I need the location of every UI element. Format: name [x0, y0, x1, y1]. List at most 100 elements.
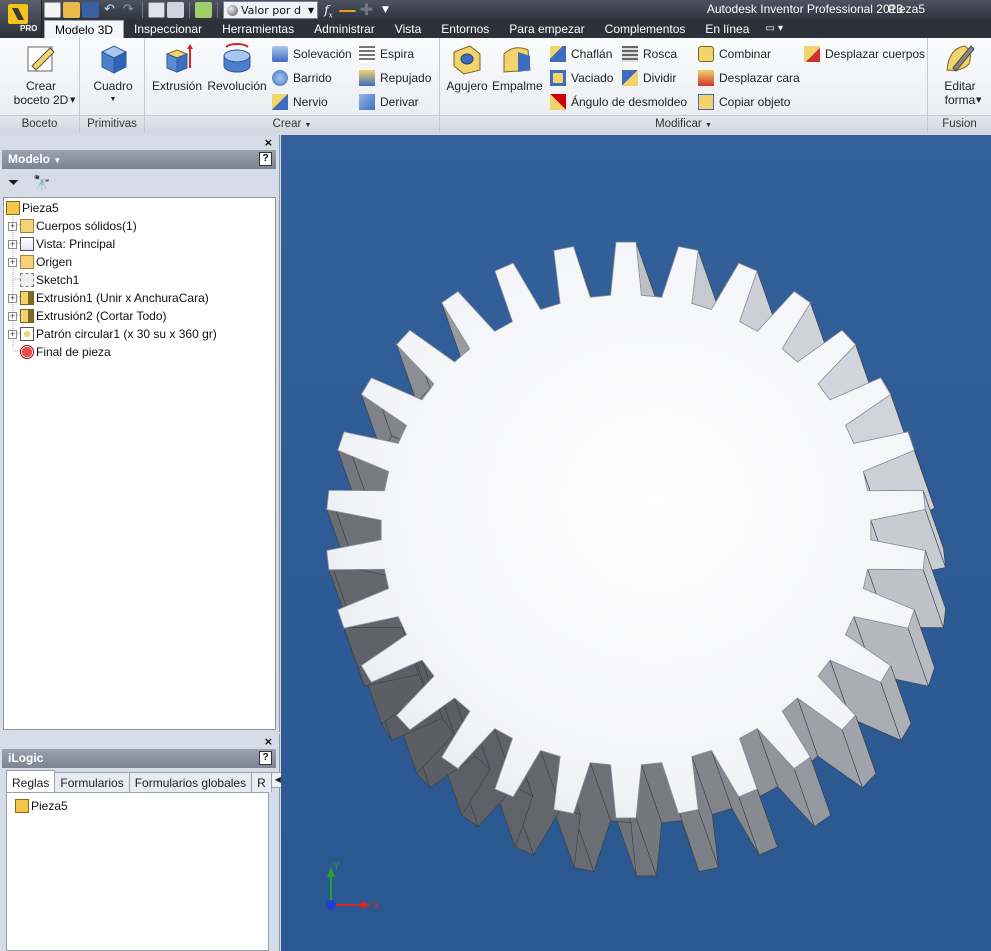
redo-icon[interactable]: ↷ — [120, 2, 137, 18]
tree-item[interactable]: + Origen — [8, 253, 72, 271]
chevron-down-icon: ▼ — [704, 122, 712, 129]
tab-entornos[interactable]: Entornos — [431, 20, 499, 38]
model-panel-header[interactable]: Modelo ▼ ? — [2, 150, 276, 169]
gear-model[interactable] — [281, 135, 991, 951]
create-sketch-button[interactable]: Crear boceto 2D — [8, 42, 74, 107]
emboss-button[interactable]: Repujado — [359, 68, 431, 88]
tab-administrar[interactable]: Administrar — [304, 20, 385, 38]
ilogic-panel-header: iLogic ? — [2, 749, 276, 768]
tree-item[interactable]: + Patrón circular1 (x 30 su x 360 gr) — [8, 325, 217, 343]
find-binoculars-icon[interactable]: 🔭 — [33, 175, 50, 191]
fillet-button[interactable]: Empalme — [492, 42, 543, 93]
create-sketch-label-1: Crear — [25, 79, 56, 93]
tab-r-truncated[interactable]: R — [251, 772, 272, 792]
ribbon-options-dropdown[interactable]: ▭ ▾ — [759, 20, 789, 38]
shell-label: Vaciado — [571, 71, 614, 85]
extrude-icon — [165, 44, 193, 73]
box-button[interactable]: Cuadro ▼ — [90, 42, 136, 107]
draft-button[interactable]: Ángulo de desmoldeo — [550, 92, 687, 112]
ilogic-panel: × iLogic ? Reglas Formularios Formulario… — [0, 734, 300, 951]
tab-complementos[interactable]: Complementos — [595, 20, 696, 38]
expand-icon[interactable]: + — [8, 221, 17, 231]
print-icon[interactable] — [148, 2, 165, 18]
rib-button[interactable]: Nervio — [272, 92, 328, 112]
edit-form-icon — [946, 45, 975, 72]
tree-item[interactable]: Final de pieza — [8, 343, 111, 361]
save-icon[interactable] — [82, 2, 99, 18]
ribbon-panel: Crear boceto 2D ▼ Boceto Cuadro ▼ Primit… — [0, 38, 991, 133]
move-face-icon — [698, 70, 714, 86]
tree-item[interactable]: + Vista: Principal — [8, 235, 115, 253]
application-menu-button[interactable]: PRO — [0, 0, 42, 38]
help-icon[interactable]: ? — [259, 152, 272, 166]
tree-item[interactable]: + Extrusión1 (Unir x AnchuraCara) — [8, 289, 209, 307]
folder-icon — [20, 255, 34, 269]
tree-item[interactable]: + Extrusión2 (Cortar Todo) — [8, 307, 167, 325]
filter-icon[interactable]: ⏷ — [8, 175, 19, 191]
tree-item[interactable]: Pieza5 — [6, 199, 59, 217]
tab-en-linea[interactable]: En línea — [695, 20, 759, 38]
graphics-viewport[interactable]: Y X — [281, 135, 991, 951]
move-face-button[interactable]: Desplazar cara — [698, 68, 800, 88]
box-label: Cuadro — [93, 79, 133, 93]
tree-item[interactable]: Sketch1 — [8, 271, 79, 289]
group-modificar: Agujero Empalme Chaflán Vaciado Ángulo d… — [440, 38, 928, 133]
copy-object-button[interactable]: Copiar objeto — [698, 92, 790, 112]
expand-icon[interactable]: + — [8, 257, 17, 267]
undo-icon[interactable]: ↶ — [101, 2, 118, 18]
tab-formularios-globales[interactable]: Formularios globales — [128, 772, 253, 792]
extrude-button[interactable]: Extrusión — [150, 42, 204, 93]
tab-modelo-3d[interactable]: Modelo 3D — [44, 20, 125, 38]
tab-formularios[interactable]: Formularios — [54, 772, 130, 792]
tab-inspeccionar[interactable]: Inspeccionar — [124, 20, 212, 38]
select-icon[interactable] — [195, 2, 212, 18]
new-file-icon[interactable] — [44, 2, 61, 18]
combine-button[interactable]: Combinar — [698, 44, 771, 64]
chevron-down-icon: ▼ — [53, 156, 62, 165]
sketch-pencil-icon — [27, 46, 55, 72]
close-icon[interactable]: × — [264, 136, 273, 149]
group-label-modificar[interactable]: Modificar ▼ — [440, 115, 927, 133]
tab-para-empezar[interactable]: Para empezar — [499, 20, 594, 38]
shell-button[interactable]: Vaciado — [550, 68, 613, 88]
x-axis-arrow — [361, 901, 371, 909]
material-ball-icon — [227, 4, 238, 16]
tab-vista[interactable]: Vista — [385, 20, 431, 38]
draft-label: Ángulo de desmoldeo — [571, 95, 688, 109]
tree-item[interactable]: + Cuerpos sólidos(1) — [8, 217, 137, 235]
expand-icon[interactable]: + — [8, 239, 17, 249]
add-icon[interactable]: ✚ — [358, 2, 375, 18]
split-button[interactable]: Dividir — [622, 68, 676, 88]
group-primitivas: Cuadro ▼ Primitivas — [80, 38, 145, 133]
model-tree: Pieza5 + Cuerpos sólidos(1) + Vista: Princip… — [3, 197, 276, 730]
coil-button[interactable]: Espira — [359, 44, 414, 64]
open-folder-icon[interactable] — [63, 2, 80, 18]
help-icon[interactable]: ? — [259, 751, 272, 765]
thread-button[interactable]: Rosca — [622, 44, 677, 64]
group-label-crear[interactable]: Crear ▼ — [145, 115, 439, 133]
tab-herramientas[interactable]: Herramientas — [212, 20, 304, 38]
close-icon[interactable]: × — [264, 735, 273, 748]
revolve-button[interactable]: Revolución — [205, 42, 269, 93]
move-bodies-button[interactable]: Desplazar cuerpos — [804, 44, 925, 64]
split-icon — [622, 70, 638, 86]
revolve-label: Revolución — [207, 79, 267, 93]
expand-icon[interactable]: + — [8, 293, 17, 303]
chamfer-icon — [550, 46, 566, 62]
extrude-icon — [20, 291, 34, 305]
sweep-button[interactable]: Barrido — [272, 68, 332, 88]
expand-icon[interactable]: + — [8, 329, 17, 339]
list-item[interactable]: Pieza5 — [15, 797, 68, 815]
appearance-dropdown[interactable]: Valor por d ▼ — [223, 1, 318, 19]
chamfer-button[interactable]: Chaflán — [550, 44, 612, 64]
derive-button[interactable]: Derivar — [359, 92, 419, 112]
hole-button[interactable]: Agujero — [444, 42, 490, 93]
line-weight-icon[interactable] — [339, 10, 356, 16]
function-icon[interactable]: fx — [320, 2, 337, 19]
loft-button[interactable]: Solevación — [272, 44, 352, 64]
zoom-all-icon[interactable] — [167, 2, 184, 18]
sweep-label: Barrido — [293, 71, 332, 85]
tab-reglas[interactable]: Reglas — [6, 770, 56, 792]
expand-icon[interactable]: + — [8, 311, 17, 321]
customize-dropdown-icon[interactable]: ▼ — [377, 2, 394, 18]
